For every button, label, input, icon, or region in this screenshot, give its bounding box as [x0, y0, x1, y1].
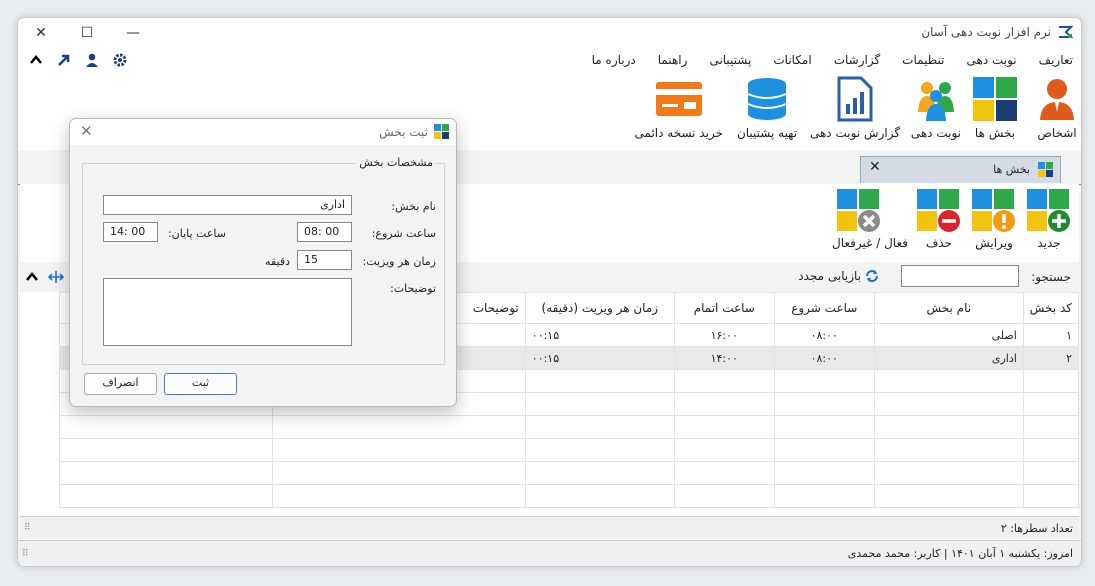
gear-icon[interactable]	[112, 52, 128, 68]
cancel-button[interactable]: انصراف	[84, 373, 157, 395]
sections-tab-icon	[1038, 162, 1053, 177]
credit-card-icon	[656, 82, 702, 116]
new-button[interactable]: جدید	[1027, 189, 1071, 250]
refresh-button[interactable]: بازیابی مجدد	[798, 269, 879, 283]
col-header-end[interactable]: ساعت اتمام	[673, 292, 775, 324]
menu-about[interactable]: درباره ما	[592, 53, 636, 67]
start-time-label: ساعت شروع:	[371, 227, 436, 240]
status-text: امروز: یکشنبه ۱ آبان ۱۴۰۱ | کاربر: محمد …	[847, 547, 1073, 560]
grip-icon: ⠿	[24, 523, 31, 533]
name-label: نام بخش:	[391, 200, 436, 213]
collapse-ribbon-icon[interactable]	[28, 52, 44, 68]
section-details-group: مشخصات بخش نام بخش: اداری ساعت شروع: 08:…	[82, 156, 445, 365]
toolbar-buy-button[interactable]: خرید نسخه دائمی	[635, 76, 723, 140]
visit-time-field[interactable]: 15	[297, 250, 352, 270]
search-label: جستجو:	[1031, 270, 1071, 284]
tab-close-icon[interactable]: ✕	[869, 159, 881, 175]
menu-settings[interactable]: تنظیمات	[902, 53, 944, 67]
menu-help[interactable]: راهنما	[658, 53, 688, 67]
group-title: مشخصات بخش	[356, 156, 436, 169]
grid-footer: ⠿ تعداد سطرها: ۲	[20, 516, 1079, 539]
menu-bar: تعاریف نوبت دهی تنظیمات گزارشات امکانات …	[18, 48, 1081, 72]
edit-button[interactable]: ویرایش	[969, 189, 1019, 250]
description-textarea[interactable]	[103, 278, 352, 346]
toolbar-appointments-button[interactable]: نوبت دهی	[911, 76, 961, 140]
toolbar-backup-button[interactable]: تهیه پشتیبان	[734, 76, 800, 140]
edit-grid-icon	[972, 189, 1015, 232]
person-icon	[1040, 79, 1074, 120]
report-document-icon	[837, 76, 873, 122]
app-logo-icon	[1059, 26, 1073, 38]
delete-button[interactable]: حذف	[917, 189, 961, 250]
start-time-field[interactable]: 08: 00	[297, 222, 352, 242]
menu-appointments[interactable]: نوبت دهی	[967, 53, 1017, 67]
resize-columns-icon[interactable]	[48, 270, 64, 284]
menu-reports[interactable]: گزارشات	[834, 53, 880, 67]
window-title: نرم افزار نوبت دهی آسان	[921, 25, 1051, 39]
empty-row	[58, 438, 1080, 462]
toggle-grid-icon	[837, 189, 880, 232]
refresh-icon	[866, 270, 878, 282]
toggle-active-button[interactable]: فعال / غیرفعال	[829, 189, 911, 250]
empty-row	[58, 415, 1080, 439]
row-count: تعداد سطرها: ۲	[1000, 522, 1073, 535]
grip-icon: ⠿	[22, 549, 29, 559]
menu-features[interactable]: امکانات	[773, 53, 811, 67]
toolbar-sections-button[interactable]: بخش ها	[971, 76, 1019, 140]
database-icon	[747, 78, 787, 120]
submit-button[interactable]: ثبت	[164, 373, 237, 395]
register-section-dialog: ثبت بخش ✕ مشخصات بخش نام بخش: اداری ساعت…	[69, 118, 457, 407]
description-label: توضیحات:	[390, 282, 436, 295]
end-time-label: ساعت پایان:	[167, 227, 226, 240]
search-input[interactable]	[901, 265, 1019, 287]
col-header-start[interactable]: ساعت شروع	[773, 292, 875, 324]
delete-grid-icon	[917, 189, 960, 232]
title-bar: ✕ ☐ — نرم افزار نوبت دهی آسان	[18, 18, 1081, 48]
visit-unit-label: دقیقه	[265, 255, 290, 268]
col-header-code[interactable]: کد بخش	[1022, 292, 1080, 324]
collapse-icon[interactable]	[25, 270, 39, 284]
dialog-sections-icon	[434, 124, 449, 139]
status-bar: ⠿ امروز: یکشنبه ۱ آبان ۱۴۰۱ | کاربر: محم…	[18, 540, 1081, 566]
menu-support[interactable]: پشتیبانی	[709, 53, 751, 67]
col-header-name[interactable]: نام بخش	[873, 292, 1024, 324]
tab-sections[interactable]: بخش ها ✕	[860, 156, 1061, 183]
external-link-icon[interactable]	[56, 52, 72, 68]
section-name-field[interactable]: اداری	[103, 195, 352, 215]
new-grid-icon	[1027, 189, 1070, 232]
sections-grid-icon	[973, 77, 1017, 121]
dialog-close-icon[interactable]: ✕	[80, 122, 93, 140]
empty-row	[58, 484, 1080, 508]
visit-time-label: زمان هر ویزیت:	[362, 255, 436, 268]
people-group-icon	[918, 82, 954, 121]
minimize-button[interactable]: —	[110, 20, 156, 46]
dialog-title-bar: ثبت بخش ✕	[70, 119, 456, 145]
menu-definitions[interactable]: تعاریف	[1039, 53, 1073, 67]
maximize-button[interactable]: ☐	[64, 20, 110, 46]
col-header-visit[interactable]: زمان هر ویزیت (دقیقه)	[524, 292, 675, 324]
dialog-title: ثبت بخش	[379, 125, 428, 139]
close-button[interactable]: ✕	[18, 20, 64, 46]
user-icon[interactable]	[84, 52, 100, 68]
empty-row	[58, 461, 1080, 485]
toolbar-report-button[interactable]: گزارش نوبت دهی	[809, 76, 901, 140]
toolbar-persons-button[interactable]: اشخاص	[1035, 76, 1079, 140]
end-time-field[interactable]: 14: 00	[103, 222, 158, 242]
